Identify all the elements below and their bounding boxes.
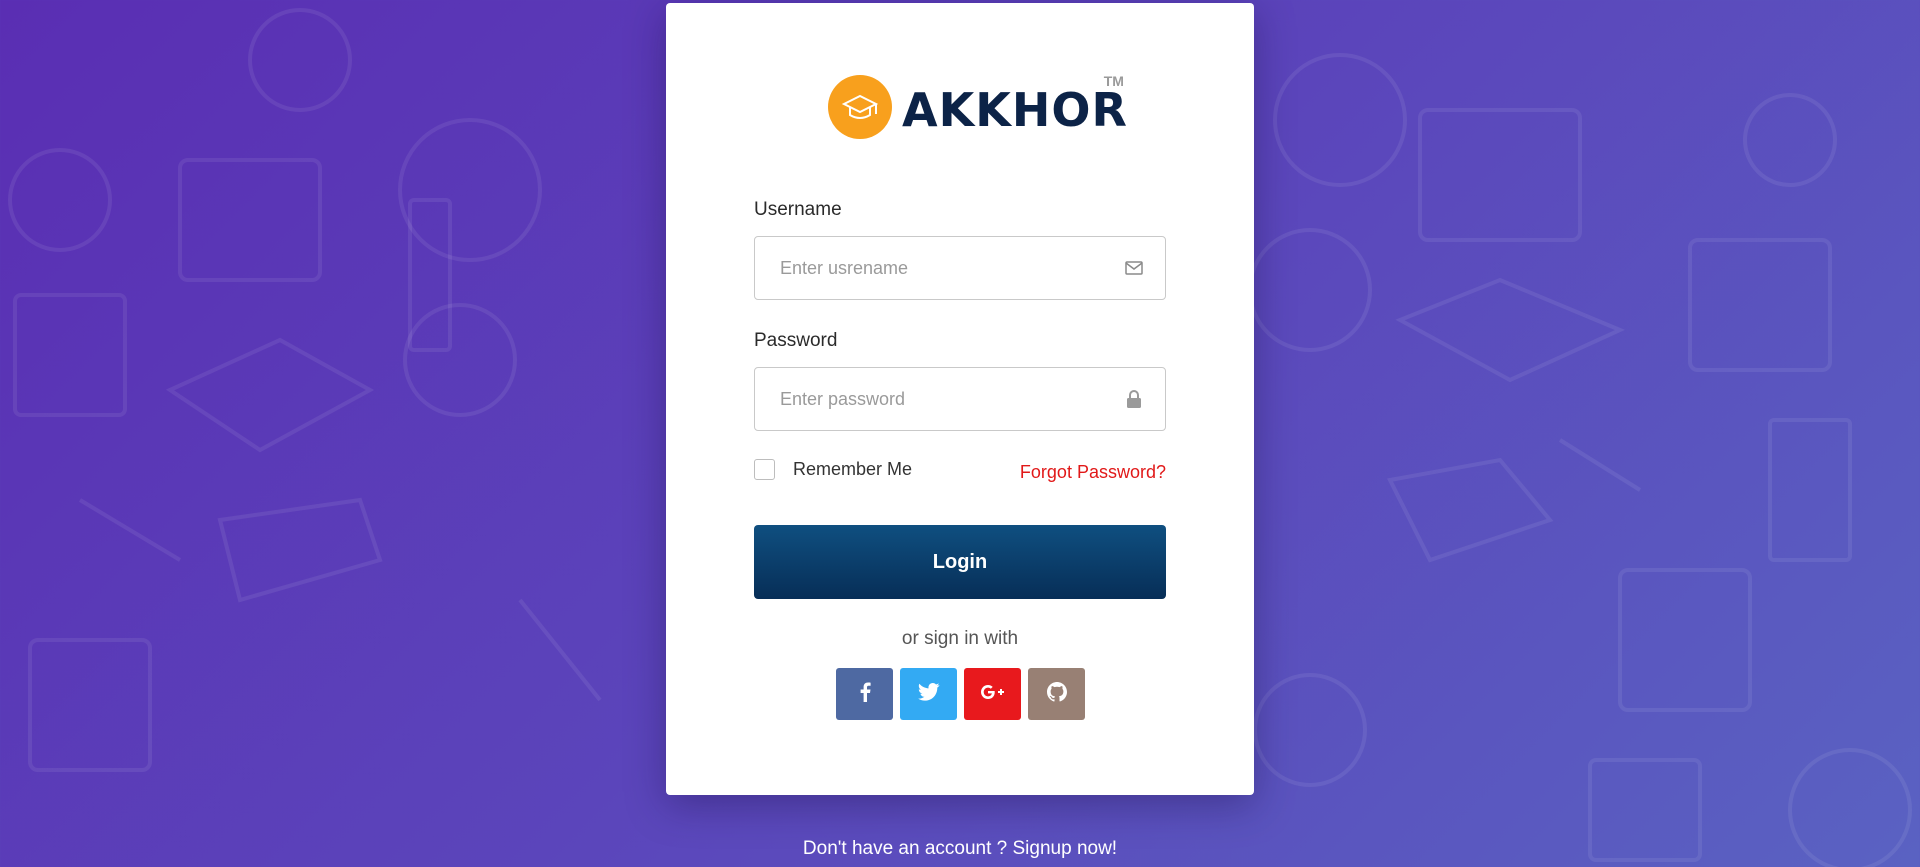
remember-me-checkbox[interactable] (754, 459, 775, 480)
google-plus-button[interactable] (964, 668, 1021, 720)
username-field (754, 236, 1166, 300)
lock-icon (1123, 388, 1145, 410)
login-card: AKKHOR TM Username Password Remember Me … (666, 3, 1254, 795)
social-heading: or sign in with (901, 628, 1019, 649)
signup-link[interactable]: Don't have an account ? Signup now! (0, 838, 1920, 860)
graduation-cap-icon (828, 75, 892, 139)
facebook-icon (859, 682, 871, 707)
facebook-button[interactable] (836, 668, 893, 720)
logo-text: AKKHOR (902, 83, 1128, 137)
password-input[interactable] (755, 368, 1165, 430)
logo: AKKHOR TM (828, 73, 1128, 139)
password-field (754, 367, 1166, 431)
twitter-button[interactable] (900, 668, 957, 720)
login-button[interactable]: Login (754, 525, 1166, 599)
twitter-icon (917, 682, 940, 706)
password-label: Password (754, 330, 838, 351)
github-icon (1046, 681, 1067, 707)
username-input[interactable] (755, 237, 1165, 299)
forgot-password-link[interactable]: Forgot Password? (1020, 462, 1166, 483)
trademark: TM (1103, 73, 1124, 89)
username-label: Username (754, 199, 842, 220)
remember-me-label[interactable]: Remember Me (793, 459, 912, 480)
github-button[interactable] (1028, 668, 1085, 720)
envelope-icon (1123, 257, 1145, 279)
google-plus-icon (980, 684, 1006, 705)
remember-me: Remember Me (754, 459, 912, 480)
social-buttons (836, 668, 1092, 720)
